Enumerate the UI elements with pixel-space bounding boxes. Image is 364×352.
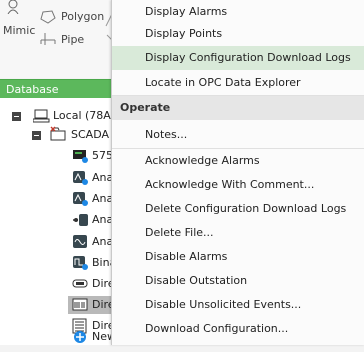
tree-node-direct-selected[interactable]: Dire (0, 295, 120, 315)
ribbon: Mimic Polygon Pipe (0, 0, 120, 78)
pipe-icon[interactable] (40, 32, 56, 46)
polygon-icon[interactable] (40, 10, 56, 24)
tree-node-local[interactable]: Local (78AU (0, 106, 120, 126)
menu-item-locate-opc[interactable]: Locate in OPC Data Explorer (112, 71, 364, 95)
pipe-label[interactable]: Pipe (61, 33, 84, 46)
menu-item-download-configuration[interactable]: Download Configuration... (112, 317, 364, 341)
menu-item-disable-unsolicited-events[interactable]: Disable Unsolicited Events... (112, 293, 364, 317)
context-menu: Display Alarms Display Points Display Co… (111, 0, 364, 345)
tree-label: 575 (92, 149, 113, 162)
tree-node-outstation[interactable]: 575 (0, 146, 120, 166)
menu-item-display-config-download-logs[interactable]: Display Configuration Download Logs (112, 46, 364, 70)
database-pane-header: Database (0, 79, 120, 98)
menu-section-operate: Operate (112, 96, 364, 120)
tree-node-binary[interactable]: Bina (0, 253, 120, 273)
tree-node-new[interactable]: New (0, 327, 120, 347)
outstation-icon (72, 148, 89, 164)
direct-device-icon (72, 276, 89, 292)
collapse-icon[interactable] (32, 131, 41, 140)
analog-point-icon (72, 170, 89, 186)
menu-item-disable-outstation[interactable]: Disable Outstation (112, 269, 364, 293)
tree-label: SCADA (71, 128, 109, 141)
tree-node-direct[interactable]: Dire (0, 274, 120, 294)
binary-point-icon (72, 255, 89, 271)
database-tree: Local (78AU SCADA 575 Ana Ana Ana Ana Bi… (0, 98, 121, 345)
tree-node-analog[interactable]: Ana (0, 189, 120, 209)
folder-icon (50, 126, 67, 142)
direct-scan-icon (72, 297, 89, 313)
collapse-icon[interactable] (12, 112, 21, 121)
mimic-icon[interactable] (6, 0, 20, 15)
menu-item-notes[interactable]: Notes... (112, 123, 364, 147)
menu-item-disable-alarms[interactable]: Disable Alarms (112, 245, 364, 269)
new-point-icon (72, 329, 89, 345)
mimic-label[interactable]: Mimic (3, 24, 35, 37)
tree-node-analog-output[interactable]: Ana (0, 210, 120, 230)
computer-icon (32, 108, 50, 124)
menu-item-display-points[interactable]: Display Points (112, 22, 364, 46)
tree-label: Local (78AU (53, 109, 119, 122)
tree-node-scada[interactable]: SCADA (0, 125, 120, 145)
tree-node-analog[interactable]: Ana (0, 168, 120, 188)
menu-item-delete-file[interactable]: Delete File... (112, 221, 364, 245)
analog-wave-icon (72, 234, 89, 250)
analog-point-icon (72, 191, 89, 207)
menu-item-acknowledge-alarms[interactable]: Acknowledge Alarms (112, 149, 364, 173)
tree-node-analog-wave[interactable]: Ana (0, 232, 120, 252)
analog-output-icon (72, 212, 89, 228)
menu-item-acknowledge-with-comment[interactable]: Acknowledge With Comment... (112, 173, 364, 197)
menu-item-display-alarms[interactable]: Display Alarms (112, 0, 364, 24)
polygon-label[interactable]: Polygon (61, 10, 104, 23)
menu-item-delete-config-download-logs[interactable]: Delete Configuration Download Logs (112, 197, 364, 221)
